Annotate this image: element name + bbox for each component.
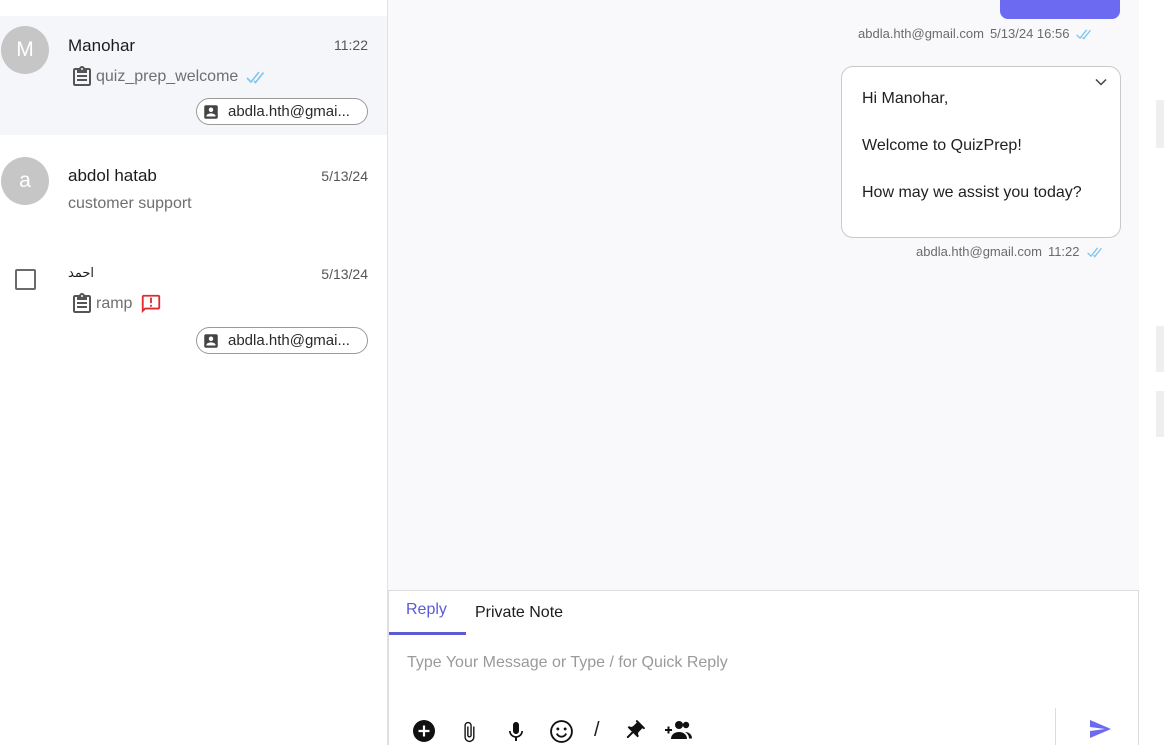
message-sender: abdla.hth@gmail.com <box>916 244 1042 259</box>
message-sender: abdla.hth@gmail.com <box>858 26 984 41</box>
double-check-icon <box>1076 28 1092 40</box>
conversation-item-abdol-hatab[interactable]: a abdol hatab 5/13/24 customer support <box>0 135 387 235</box>
message-line: Welcome to QuizPrep! <box>862 137 1022 154</box>
tab-reply[interactable]: Reply <box>406 601 447 619</box>
select-checkbox[interactable] <box>15 269 36 290</box>
chip-label: abdla.hth@gmai... <box>228 332 350 349</box>
contact-card-icon <box>204 333 218 348</box>
right-edge-mark <box>1156 326 1164 372</box>
tab-private-note[interactable]: Private Note <box>475 604 563 622</box>
attach-button[interactable] <box>458 719 480 745</box>
message-line: Hi Manohar, <box>862 90 949 107</box>
send-icon <box>1090 720 1111 738</box>
chevron-down-icon[interactable] <box>1094 76 1108 88</box>
message-meta: abdla.hth@gmail.com 5/13/24 16:56 <box>858 26 1095 41</box>
message-time: 11:22 <box>1047 244 1080 259</box>
composer-divider <box>1055 708 1056 745</box>
conversation-time: 11:22 <box>334 37 368 53</box>
conversation-item-manohar[interactable]: M Manohar 11:22 quiz_prep_welcome abdla.… <box>0 16 387 135</box>
preview-text: ramp <box>96 295 133 312</box>
preview-text: customer support <box>68 195 192 212</box>
contact-name: احمد <box>68 265 94 280</box>
conversation-time: 5/13/24 <box>321 266 368 282</box>
right-edge-mark <box>1156 391 1164 437</box>
message-composer: Reply Private Note Type Your Message or … <box>388 590 1139 745</box>
pin-icon <box>626 720 645 739</box>
message-bubble[interactable]: Hi Manohar, Welcome to QuizPrep! How may… <box>841 66 1121 238</box>
microphone-icon <box>509 722 523 741</box>
paperclip-icon <box>464 721 475 743</box>
contact-card-icon <box>204 104 218 119</box>
emoji-button[interactable] <box>549 719 574 744</box>
clipboard-icon <box>73 293 91 313</box>
app-root: M Manohar 11:22 quiz_prep_welcome abdla.… <box>0 0 1164 745</box>
contact-name: Manohar <box>68 36 136 55</box>
preview-text: quiz_prep_welcome <box>96 68 239 85</box>
voice-button[interactable] <box>504 719 528 745</box>
message-time: 5/13/24 16:56 <box>989 26 1070 41</box>
previous-message-bubble <box>1000 0 1120 19</box>
add-circle-icon <box>413 720 435 742</box>
conversation-item-ahmed[interactable]: احمد 5/13/24 ramp abdla.hth@gmai... <box>0 250 387 360</box>
conversation-preview: ramp <box>70 292 162 316</box>
quick-reply-slash[interactable]: / <box>594 719 600 742</box>
assignee-chip[interactable]: abdla.hth@gmai... <box>196 98 368 125</box>
right-edge-mark <box>1156 100 1164 148</box>
avatar: a <box>1 157 49 205</box>
active-tab-indicator <box>389 632 466 635</box>
double-check-icon <box>246 71 265 84</box>
contact-name: abdol hatab <box>68 166 157 185</box>
send-button[interactable] <box>1087 717 1113 745</box>
conversation-list: M Manohar 11:22 quiz_prep_welcome abdla.… <box>0 0 387 745</box>
avatar: M <box>1 26 49 74</box>
emoji-icon <box>550 720 573 743</box>
chip-label: abdla.hth@gmai... <box>228 103 350 120</box>
assignee-chip[interactable]: abdla.hth@gmai... <box>196 327 368 354</box>
add-button[interactable] <box>412 719 436 743</box>
double-check-icon <box>1086 246 1102 258</box>
message-input[interactable] <box>407 654 1047 672</box>
conversation-preview: customer support <box>68 195 192 213</box>
message-line: How may we assist you today? <box>862 184 1082 201</box>
add-people-icon <box>665 721 692 739</box>
message-meta: abdla.hth@gmail.com 11:22 <box>916 244 1106 259</box>
conversation-preview: quiz_prep_welcome <box>70 65 269 89</box>
alert-message-icon <box>142 294 161 314</box>
pin-button[interactable] <box>622 719 646 743</box>
clipboard-icon <box>73 66 91 86</box>
conversation-time: 5/13/24 <box>321 168 368 184</box>
assign-people-button[interactable] <box>665 719 693 741</box>
